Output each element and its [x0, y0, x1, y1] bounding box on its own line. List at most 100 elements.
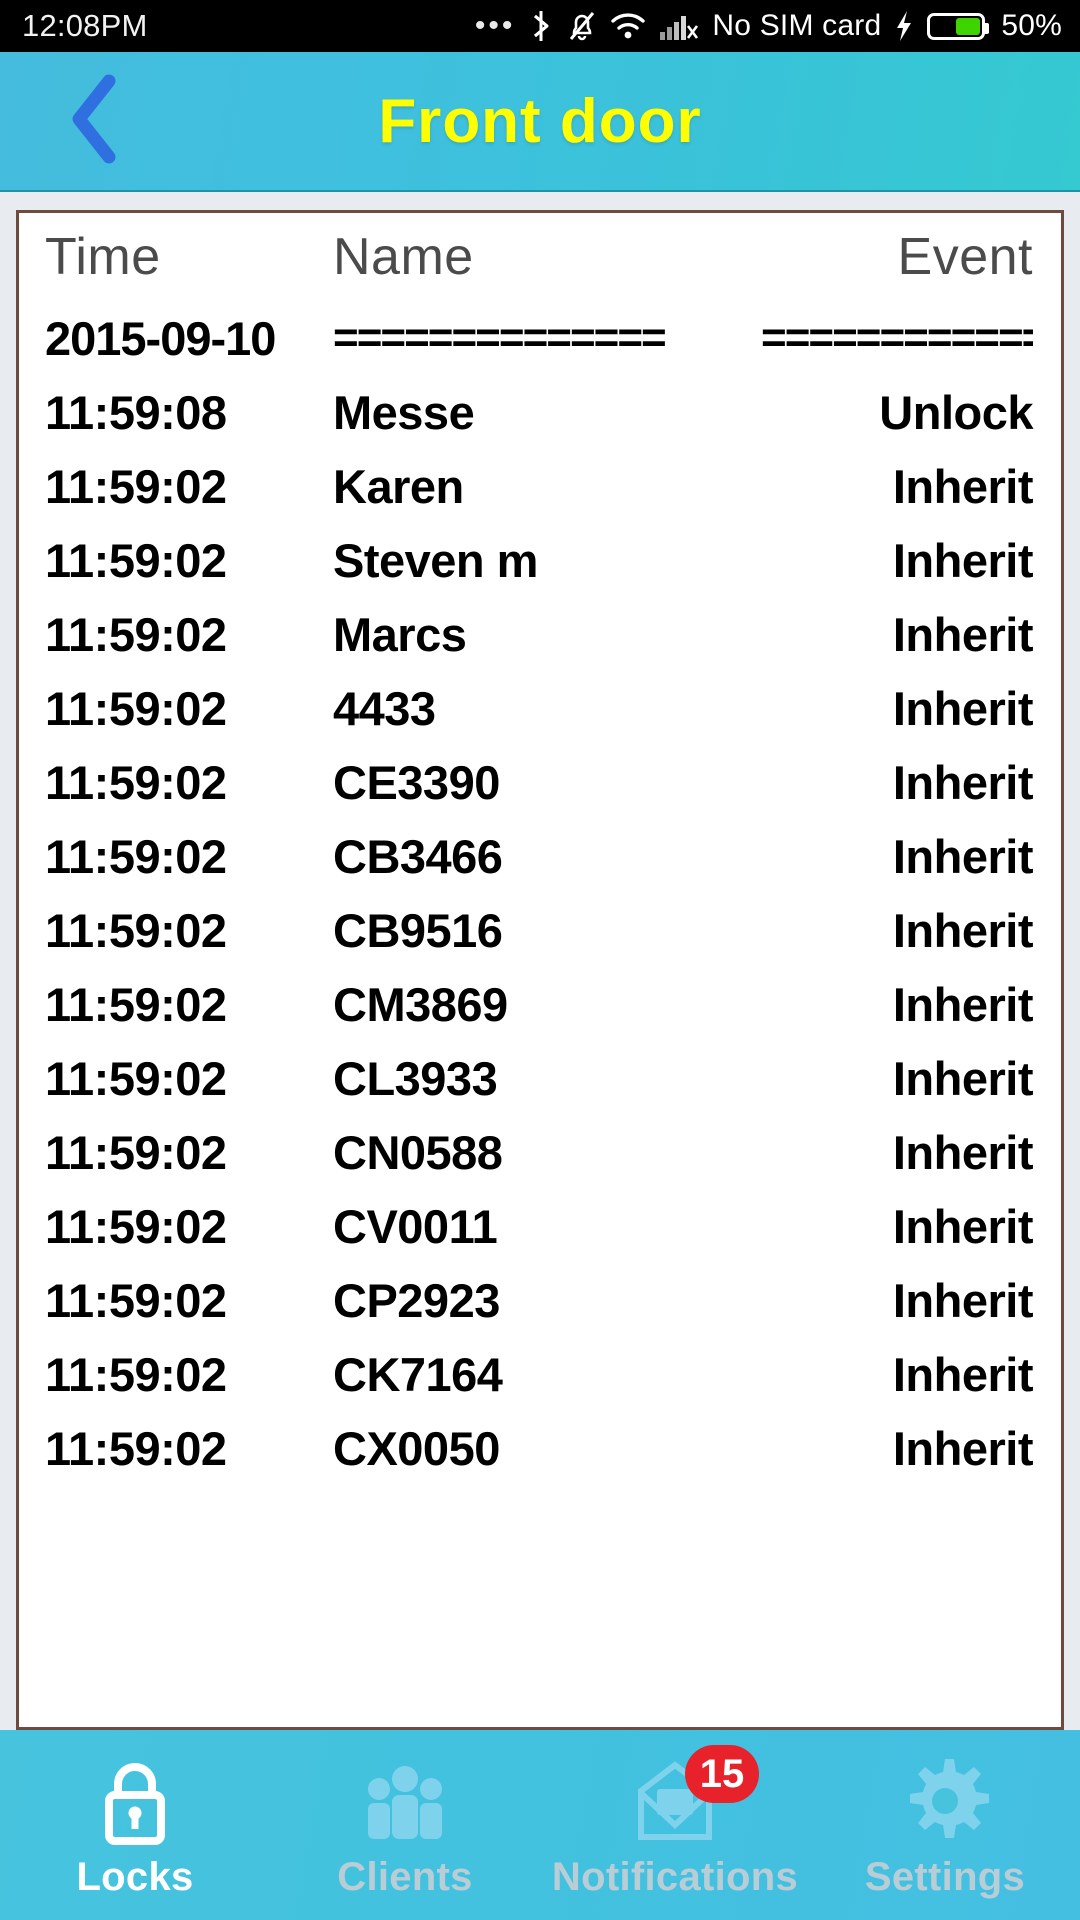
page-title: Front door — [378, 86, 702, 156]
row-name: CP2923 — [333, 1273, 500, 1327]
people-icon — [357, 1751, 453, 1851]
row-time: 11:59:02 — [45, 459, 227, 513]
nav-item-notifications[interactable]: 15 Notifications — [540, 1730, 810, 1920]
nav-item-settings[interactable]: Settings — [810, 1730, 1080, 1920]
table-row[interactable]: 11:59:02 CM3869 Inherit — [19, 967, 1061, 1041]
row-time: 11:59:02 — [45, 829, 227, 883]
row-name: Messe — [333, 385, 475, 439]
content-area: Time Name Event 2015-09-10 =============… — [0, 192, 1080, 1730]
row-name: CN0588 — [333, 1125, 503, 1179]
row-event: Inherit — [892, 607, 1034, 661]
nav-item-clients[interactable]: Clients — [270, 1730, 540, 1920]
row-name: CK7164 — [333, 1347, 503, 1401]
row-time: 11:59:02 — [45, 1125, 227, 1179]
chevron-left-icon — [65, 73, 125, 170]
row-event: Inherit — [892, 977, 1034, 1031]
row-event: Inherit — [892, 459, 1034, 513]
name-separator: ============== — [333, 313, 667, 362]
table-row[interactable]: 11:59:08 Messe Unlock — [19, 375, 1061, 449]
table-row[interactable]: 11:59:02 CV0011 Inherit — [19, 1189, 1061, 1263]
nav-item-locks[interactable]: Locks — [0, 1730, 270, 1920]
row-time: 11:59:02 — [45, 1347, 227, 1401]
row-name: CV0011 — [333, 1199, 498, 1253]
signal-no-service-icon — [659, 10, 699, 42]
status-bar-clock: 12:08PM — [22, 8, 148, 43]
row-name: Steven m — [333, 533, 538, 587]
log-date: 2015-09-10 — [45, 311, 276, 365]
row-event: Inherit — [892, 1347, 1034, 1401]
row-time: 11:59:02 — [45, 755, 227, 809]
nav-label-settings: Settings — [864, 1854, 1026, 1899]
envelope-icon: 15 — [627, 1744, 759, 1851]
bell-muted-icon — [567, 9, 597, 43]
nav-label-clients: Clients — [337, 1854, 473, 1899]
row-event: Inherit — [892, 1199, 1034, 1253]
row-time: 11:59:02 — [45, 1273, 227, 1327]
table-row[interactable]: 11:59:02 CB3466 Inherit — [19, 819, 1061, 893]
more-dots-icon: ••• — [474, 9, 516, 42]
column-header-name: Name — [333, 228, 474, 286]
table-row[interactable]: 11:59:02 CE3390 Inherit — [19, 745, 1061, 819]
row-name: CX0050 — [333, 1421, 500, 1475]
gear-icon — [897, 1751, 993, 1851]
row-name: CE3390 — [333, 755, 500, 809]
page-header: Front door — [0, 52, 1080, 192]
column-header-event: Event — [897, 228, 1033, 286]
nav-label-notifications: Notifications — [551, 1854, 799, 1899]
status-bar: 12:08PM ••• No SIM card 50% — [0, 0, 1080, 52]
column-header-time: Time — [45, 228, 161, 286]
table-header-row: Time Name Event — [19, 213, 1061, 301]
table-row[interactable]: 11:59:02 Karen Inherit — [19, 449, 1061, 523]
row-time: 11:59:02 — [45, 977, 227, 1031]
back-button[interactable] — [40, 52, 150, 190]
status-bar-icons: ••• No SIM card 50% — [475, 9, 1062, 43]
charging-bolt-icon — [894, 9, 914, 43]
table-row[interactable]: 11:59:02 Steven m Inherit — [19, 523, 1061, 597]
bottom-navigation: Locks Clients 15 Notifications Settings — [0, 1730, 1080, 1920]
row-name: 4433 — [333, 681, 436, 735]
app-root: 12:08PM ••• No SIM card 50% Front door T… — [0, 0, 1080, 1920]
row-event: Inherit — [892, 1273, 1034, 1327]
row-event: Inherit — [892, 1051, 1034, 1105]
row-time: 11:59:02 — [45, 1051, 227, 1105]
row-time: 11:59:02 — [45, 533, 227, 587]
row-name: CB9516 — [333, 903, 503, 957]
table-row[interactable]: 11:59:02 CX0050 Inherit — [19, 1411, 1061, 1485]
row-event: Inherit — [892, 1421, 1034, 1475]
row-name: CM3869 — [333, 977, 508, 1031]
row-event: Inherit — [892, 755, 1034, 809]
row-event: Inherit — [892, 533, 1034, 587]
row-time: 11:59:02 — [45, 1421, 227, 1475]
notification-badge: 15 — [685, 1744, 759, 1803]
row-time: 11:59:02 — [45, 1199, 227, 1253]
nav-label-locks: Locks — [76, 1854, 194, 1899]
event-log-table: Time Name Event 2015-09-10 =============… — [19, 213, 1061, 1485]
table-row[interactable]: 11:59:02 CL3933 Inherit — [19, 1041, 1061, 1115]
row-name: CL3933 — [333, 1051, 498, 1105]
battery-icon — [927, 12, 990, 40]
table-row[interactable]: 11:59:02 Marcs Inherit — [19, 597, 1061, 671]
row-name: CB3466 — [333, 829, 503, 883]
row-event: Inherit — [892, 903, 1034, 957]
row-event: Inherit — [892, 681, 1034, 735]
row-name: Karen — [333, 459, 464, 513]
sim-status-label: No SIM card — [712, 9, 882, 42]
table-row[interactable]: 11:59:02 CB9516 Inherit — [19, 893, 1061, 967]
row-event: Inherit — [892, 1125, 1034, 1179]
wifi-icon — [610, 11, 646, 41]
event-log-body: Time Name Event 2015-09-10 =============… — [19, 213, 1061, 1485]
event-separator: ============== — [761, 313, 1033, 362]
battery-fill — [956, 17, 981, 35]
table-row[interactable]: 11:59:02 CN0588 Inherit — [19, 1115, 1061, 1189]
row-time: 11:59:02 — [45, 607, 227, 661]
table-row[interactable]: 11:59:02 CK7164 Inherit — [19, 1337, 1061, 1411]
event-log-panel[interactable]: Time Name Event 2015-09-10 =============… — [16, 210, 1064, 1730]
row-time: 11:59:02 — [45, 903, 227, 957]
bluetooth-icon — [528, 9, 554, 43]
row-event: Unlock — [879, 385, 1033, 439]
date-separator-row: 2015-09-10 ============== ============== — [19, 301, 1061, 375]
table-row[interactable]: 11:59:02 CP2923 Inherit — [19, 1263, 1061, 1337]
table-row[interactable]: 11:59:02 4433 Inherit — [19, 671, 1061, 745]
row-time: 11:59:08 — [45, 385, 227, 439]
row-event: Inherit — [892, 829, 1034, 883]
